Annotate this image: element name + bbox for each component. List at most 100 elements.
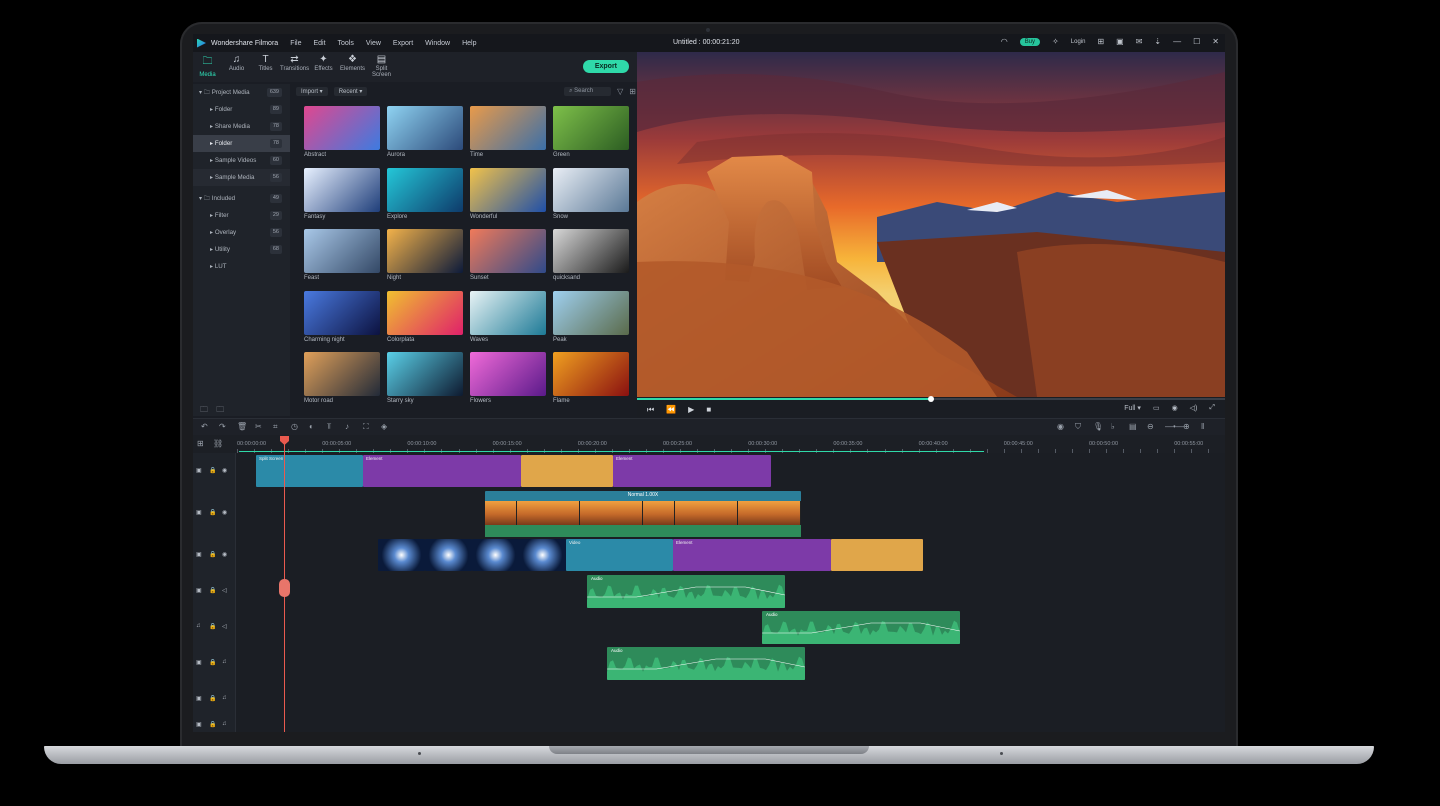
track-eye-icon[interactable]: ◉ <box>222 551 227 558</box>
buy-badge[interactable]: Buy <box>1019 37 1041 46</box>
media-item[interactable]: Abstract <box>304 106 380 158</box>
tab-effects[interactable]: ✦ Effects <box>309 54 338 82</box>
track-music-icon[interactable]: ♫ <box>222 659 227 665</box>
close-icon[interactable]: ✕ <box>1212 37 1219 46</box>
media-item[interactable]: Peak <box>553 290 629 343</box>
media-thumbnail[interactable] <box>304 352 380 396</box>
preview-progress-bar[interactable] <box>637 396 1225 402</box>
media-thumbnail[interactable] <box>470 290 546 335</box>
media-item[interactable]: Green <box>553 106 629 158</box>
mic-icon[interactable]: 🎙 <box>1093 422 1103 431</box>
speed-icon[interactable]: ◷ <box>291 422 298 431</box>
caption-icon[interactable]: ▤ <box>1129 422 1137 431</box>
media-thumbnail[interactable] <box>304 106 380 150</box>
track-music-icon[interactable]: ♫ <box>222 695 227 701</box>
sidebar-item[interactable]: ▾ 🗀 Project Media 639 <box>193 84 290 101</box>
sidebar-item[interactable]: ▸ Share Media 78 <box>193 118 290 135</box>
track-lock-icon[interactable]: 🔒 <box>209 721 216 728</box>
media-item[interactable]: Colorplata <box>387 290 463 343</box>
quality-dropdown[interactable]: Full ▾ <box>1124 404 1141 412</box>
save-icon[interactable]: ▣ <box>1116 37 1124 46</box>
timeline-clip[interactable] <box>519 539 566 571</box>
sidebar-item[interactable]: ▸ Sample Videos 60 <box>193 152 290 169</box>
stop-icon[interactable]: ■ <box>706 405 711 415</box>
track-lane[interactable]: Audio <box>236 645 1225 681</box>
timeline-clip[interactable] <box>378 539 425 571</box>
tab-elements[interactable]: ❖ Elements <box>338 54 367 82</box>
track-eye-icon[interactable]: ◉ <box>222 509 227 516</box>
tab-transitions[interactable]: ⇄ Transitions <box>280 54 309 82</box>
track-lane[interactable]: Audio <box>236 573 1225 609</box>
sort-dropdown[interactable]: Recent ▾ <box>333 87 368 96</box>
audio-clip[interactable]: Audio <box>762 611 960 644</box>
monitor-icon[interactable]: ▭ <box>1153 404 1160 412</box>
audio-icon[interactable]: ♪ <box>345 422 349 431</box>
track-lock-icon[interactable]: 🔒 <box>209 587 216 594</box>
track-lock-icon[interactable]: 🔒 <box>209 509 216 516</box>
media-item[interactable]: Snow <box>553 167 629 220</box>
zoom-out-icon[interactable]: ⊖ <box>1147 422 1154 431</box>
play-icon[interactable]: ▶ <box>688 405 694 415</box>
media-thumbnail[interactable] <box>553 106 629 150</box>
new-folder-icon[interactable]: 🗀 <box>200 405 208 414</box>
sidebar-item[interactable]: ▸ LUT <box>193 258 290 275</box>
color-icon[interactable]: ◐ <box>309 422 314 431</box>
media-item[interactable]: Waves <box>470 290 546 343</box>
cut-icon[interactable]: ✂ <box>255 422 262 431</box>
audio-clip[interactable]: Audio <box>587 575 785 608</box>
download-icon[interactable]: ⇣ <box>1154 37 1161 46</box>
grid-view-icon[interactable]: ⊞ <box>629 87 636 96</box>
snapshot-icon[interactable]: ◉ <box>1172 404 1178 412</box>
track-video-icon[interactable]: ▣ <box>196 551 202 558</box>
media-item[interactable]: Fantasy <box>304 167 380 220</box>
media-thumbnail[interactable] <box>304 290 380 335</box>
track-video-icon[interactable]: ▣ <box>196 721 202 728</box>
timeline-clip[interactable] <box>521 455 613 487</box>
sidebar-item[interactable]: ▸ Utility 68 <box>193 241 290 258</box>
media-item[interactable]: Explore <box>387 167 463 220</box>
media-item[interactable]: Night <box>387 229 463 281</box>
media-item[interactable]: Starry sky <box>387 352 463 404</box>
undo-icon[interactable]: ↶ <box>201 422 208 431</box>
media-thumbnail[interactable] <box>387 352 463 396</box>
media-thumbnail[interactable] <box>553 167 629 212</box>
timeline-clip[interactable] <box>831 539 923 571</box>
media-thumbnail[interactable] <box>387 290 463 335</box>
playhead-split-marker[interactable] <box>279 579 290 597</box>
sidebar-item[interactable]: ▸ Filter 29 <box>193 207 290 224</box>
media-thumbnail[interactable] <box>304 229 380 273</box>
progress-handle[interactable] <box>928 396 934 402</box>
timeline-clip[interactable]: Video <box>566 539 673 571</box>
media-thumbnail[interactable] <box>470 106 546 150</box>
zoom-slider[interactable]: —•— <box>1165 422 1184 431</box>
track-video-icon[interactable]: ▣ <box>196 509 202 516</box>
timeline-clip[interactable]: Normal 1.00X <box>485 491 802 537</box>
headset-icon[interactable]: ◠ <box>1001 37 1008 46</box>
marker-icon[interactable]: ◈ <box>381 422 387 431</box>
track-lane[interactable]: Video Element <box>236 537 1225 573</box>
track-video-icon[interactable]: ▣ <box>196 695 202 702</box>
sidebar-item[interactable]: ▾ 🗀 Included 49 <box>193 190 290 207</box>
media-item[interactable]: Charming night <box>304 290 380 343</box>
fullscreen-icon[interactable]: ⤢ <box>1209 404 1215 412</box>
track-lock-icon[interactable]: 🔒 <box>209 623 216 630</box>
volume-icon[interactable]: ◁) <box>1190 404 1198 412</box>
timeline-clip[interactable]: Split Screen <box>256 455 363 487</box>
menu-item-view[interactable]: View <box>366 40 381 47</box>
track-music-icon[interactable]: ♫ <box>196 623 201 629</box>
media-thumbnail[interactable] <box>470 352 546 396</box>
track-lock-icon[interactable]: 🔒 <box>209 695 216 702</box>
timeline-clip[interactable]: Element <box>613 455 771 487</box>
render-icon[interactable]: ◉ <box>1057 422 1064 431</box>
prev-frame-icon[interactable]: ⏮ <box>647 405 654 415</box>
media-thumbnail[interactable] <box>470 229 546 273</box>
voice-icon[interactable]: ♭ <box>1111 422 1115 431</box>
sidebar-item[interactable]: ▸ Folder 78 <box>193 135 290 152</box>
media-item[interactable]: Sunset <box>470 229 546 281</box>
track-volume-icon[interactable]: ◁ <box>222 587 227 594</box>
media-thumbnail[interactable] <box>304 167 380 212</box>
timeline-clip[interactable]: Element <box>363 455 521 487</box>
import-dropdown[interactable]: Import ▾ <box>296 87 328 96</box>
zoom-in-icon[interactable]: ⊕ <box>1183 422 1190 431</box>
media-item[interactable]: quicksand <box>553 229 629 281</box>
